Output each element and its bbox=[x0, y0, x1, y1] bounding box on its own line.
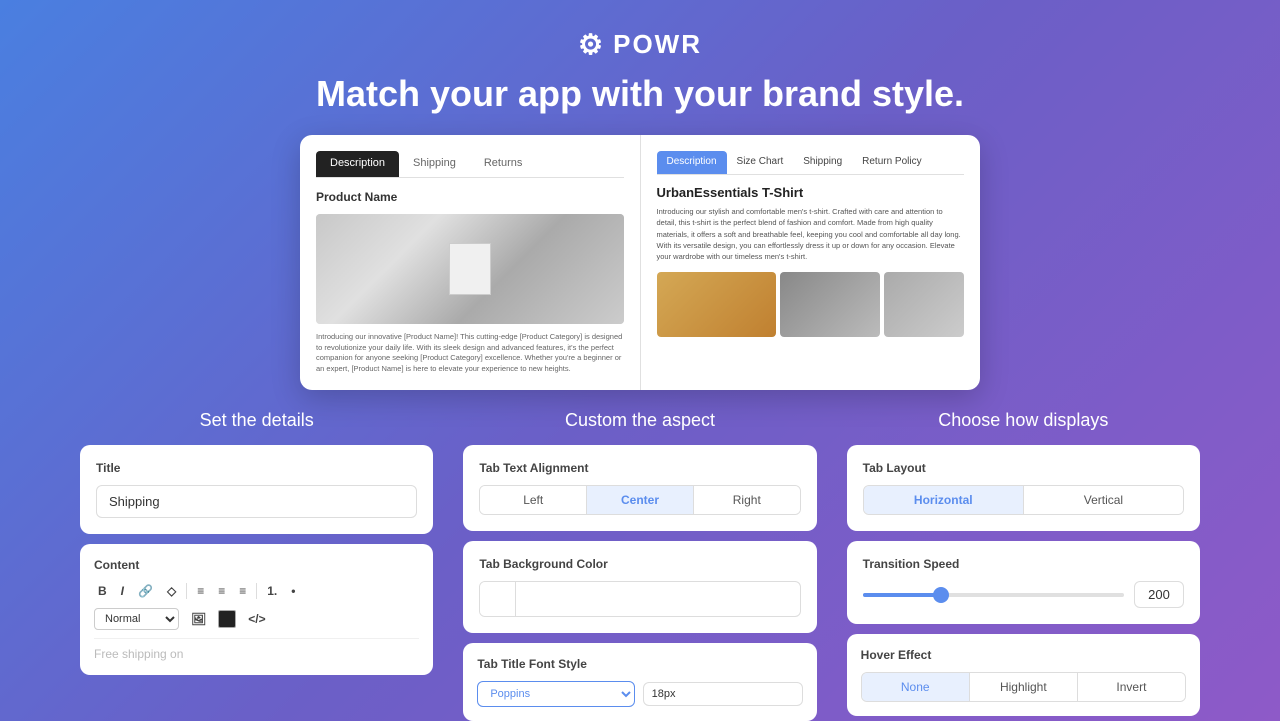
product-name-label: Product Name bbox=[316, 190, 624, 204]
right-tab-bar: Description Size Chart Shipping Return P… bbox=[657, 151, 965, 175]
ordered-list-button[interactable]: 1. bbox=[263, 582, 281, 600]
color-panel: Tab Background Color bbox=[463, 541, 816, 633]
align-right-tab-btn[interactable]: Right bbox=[694, 486, 800, 514]
section-aspect: Custom the aspect Tab Text Alignment Lef… bbox=[463, 410, 816, 721]
hover-btn-group: None Highlight Invert bbox=[861, 672, 1186, 702]
tab-shipping-left[interactable]: Shipping bbox=[399, 151, 470, 177]
layout-label: Tab Layout bbox=[863, 461, 1184, 475]
slider-fill bbox=[863, 593, 941, 597]
toolbar-sep-2 bbox=[256, 583, 257, 599]
section-display: Choose how displays Tab Layout Horizonta… bbox=[847, 410, 1200, 716]
hover-invert-btn[interactable]: Invert bbox=[1078, 673, 1185, 701]
section-aspect-title: Custom the aspect bbox=[463, 410, 816, 431]
preview-right: Description Size Chart Shipping Return P… bbox=[641, 135, 981, 390]
align-left-tab-btn[interactable]: Left bbox=[480, 486, 587, 514]
unlink-button[interactable]: ◇ bbox=[163, 582, 180, 600]
color-preview[interactable] bbox=[480, 582, 516, 616]
product-thumb-3 bbox=[884, 272, 964, 337]
product-images-right bbox=[657, 272, 965, 337]
color-hex-input[interactable] bbox=[516, 586, 799, 612]
toolbar-bottom: Normal Heading 1 Heading 2 🖼 </> bbox=[94, 608, 419, 630]
content-panel: Content B I 🔗 ◇ ≡ ≡ ≡ 1. • Normal Headin… bbox=[80, 544, 433, 675]
speed-value-input[interactable] bbox=[1134, 581, 1184, 608]
tab-returnpolicy-right[interactable]: Return Policy bbox=[852, 151, 931, 174]
content-toolbar: B I 🔗 ◇ ≡ ≡ ≡ 1. • bbox=[94, 582, 419, 600]
code-button[interactable]: </> bbox=[244, 610, 269, 628]
font-size-input[interactable] bbox=[643, 682, 803, 706]
font-row: Poppins Arial Georgia bbox=[477, 681, 802, 707]
slider-row bbox=[863, 581, 1184, 608]
section-details: Set the details Title Content B I 🔗 ◇ ≡ … bbox=[80, 410, 433, 675]
style-select[interactable]: Normal Heading 1 Heading 2 bbox=[94, 608, 179, 630]
left-tab-bar: Description Shipping Returns bbox=[316, 151, 624, 178]
product-thumb-2 bbox=[780, 272, 880, 337]
preview-left: Description Shipping Returns Product Nam… bbox=[300, 135, 641, 390]
logo-icon: ⚙ bbox=[578, 28, 605, 61]
align-right-button[interactable]: ≡ bbox=[235, 582, 250, 600]
image-button[interactable]: 🖼 bbox=[187, 610, 210, 628]
hover-highlight-btn[interactable]: Highlight bbox=[970, 673, 1078, 701]
align-center-button[interactable]: ≡ bbox=[214, 582, 229, 600]
layout-vertical-btn[interactable]: Vertical bbox=[1024, 486, 1183, 514]
unordered-list-button[interactable]: • bbox=[287, 582, 299, 600]
headline: Match your app with your brand style. bbox=[316, 73, 964, 115]
alignment-panel: Tab Text Alignment Left Center Right bbox=[463, 445, 816, 531]
sections-row: Set the details Title Content B I 🔗 ◇ ≡ … bbox=[0, 410, 1280, 721]
bold-button[interactable]: B bbox=[94, 582, 111, 600]
alignment-btn-group: Left Center Right bbox=[479, 485, 800, 515]
product-desc-right: Introducing our stylish and comfortable … bbox=[657, 206, 965, 262]
layout-panel: Tab Layout Horizontal Vertical bbox=[847, 445, 1200, 531]
font-label: Tab Title Font Style bbox=[477, 657, 802, 671]
italic-button[interactable]: I bbox=[117, 582, 128, 600]
layout-btn-group: Horizontal Vertical bbox=[863, 485, 1184, 515]
tab-sizechart-right[interactable]: Size Chart bbox=[727, 151, 794, 174]
preview-card: Description Shipping Returns Product Nam… bbox=[300, 135, 980, 390]
preview-container: Description Shipping Returns Product Nam… bbox=[0, 135, 1280, 390]
toolbar-sep-1 bbox=[186, 583, 187, 599]
speed-panel: Transition Speed bbox=[847, 541, 1200, 624]
hover-label: Hover Effect bbox=[861, 648, 1186, 662]
color-input-row bbox=[479, 581, 800, 617]
product-image-left bbox=[316, 214, 624, 324]
speed-label: Transition Speed bbox=[863, 557, 1184, 571]
font-panel: Tab Title Font Style Poppins Arial Georg… bbox=[463, 643, 816, 721]
hover-panel: Hover Effect None Highlight Invert bbox=[847, 634, 1200, 716]
color-label: Tab Background Color bbox=[479, 557, 800, 571]
tab-returns-left[interactable]: Returns bbox=[470, 151, 537, 177]
section-details-title: Set the details bbox=[80, 410, 433, 431]
product-thumb-1 bbox=[657, 272, 777, 337]
tab-description-left[interactable]: Description bbox=[316, 151, 399, 177]
product-title-right: UrbanEssentials T-Shirt bbox=[657, 185, 965, 200]
text-color-swatch[interactable] bbox=[218, 610, 236, 628]
tab-shipping-right[interactable]: Shipping bbox=[793, 151, 852, 174]
slider-thumb[interactable] bbox=[933, 587, 949, 603]
title-panel: Title bbox=[80, 445, 433, 534]
title-input[interactable] bbox=[96, 485, 417, 518]
tab-description-right[interactable]: Description bbox=[657, 151, 727, 174]
font-family-select[interactable]: Poppins Arial Georgia bbox=[477, 681, 634, 707]
content-label: Content bbox=[94, 558, 419, 572]
link-button[interactable]: 🔗 bbox=[134, 582, 157, 600]
logo: ⚙ POWR bbox=[578, 28, 702, 61]
logo-text: POWR bbox=[613, 29, 702, 60]
title-label: Title bbox=[96, 461, 417, 475]
section-display-title: Choose how displays bbox=[847, 410, 1200, 431]
align-left-button[interactable]: ≡ bbox=[193, 582, 208, 600]
layout-horizontal-btn[interactable]: Horizontal bbox=[864, 486, 1024, 514]
content-preview-text: Free shipping on bbox=[94, 638, 419, 661]
slider-track bbox=[863, 593, 1124, 597]
hover-none-btn[interactable]: None bbox=[862, 673, 970, 701]
product-desc-left: Introducing our innovative [Product Name… bbox=[316, 332, 624, 374]
align-center-tab-btn[interactable]: Center bbox=[587, 486, 694, 514]
header: ⚙ POWR Match your app with your brand st… bbox=[0, 0, 1280, 135]
alignment-label: Tab Text Alignment bbox=[479, 461, 800, 475]
